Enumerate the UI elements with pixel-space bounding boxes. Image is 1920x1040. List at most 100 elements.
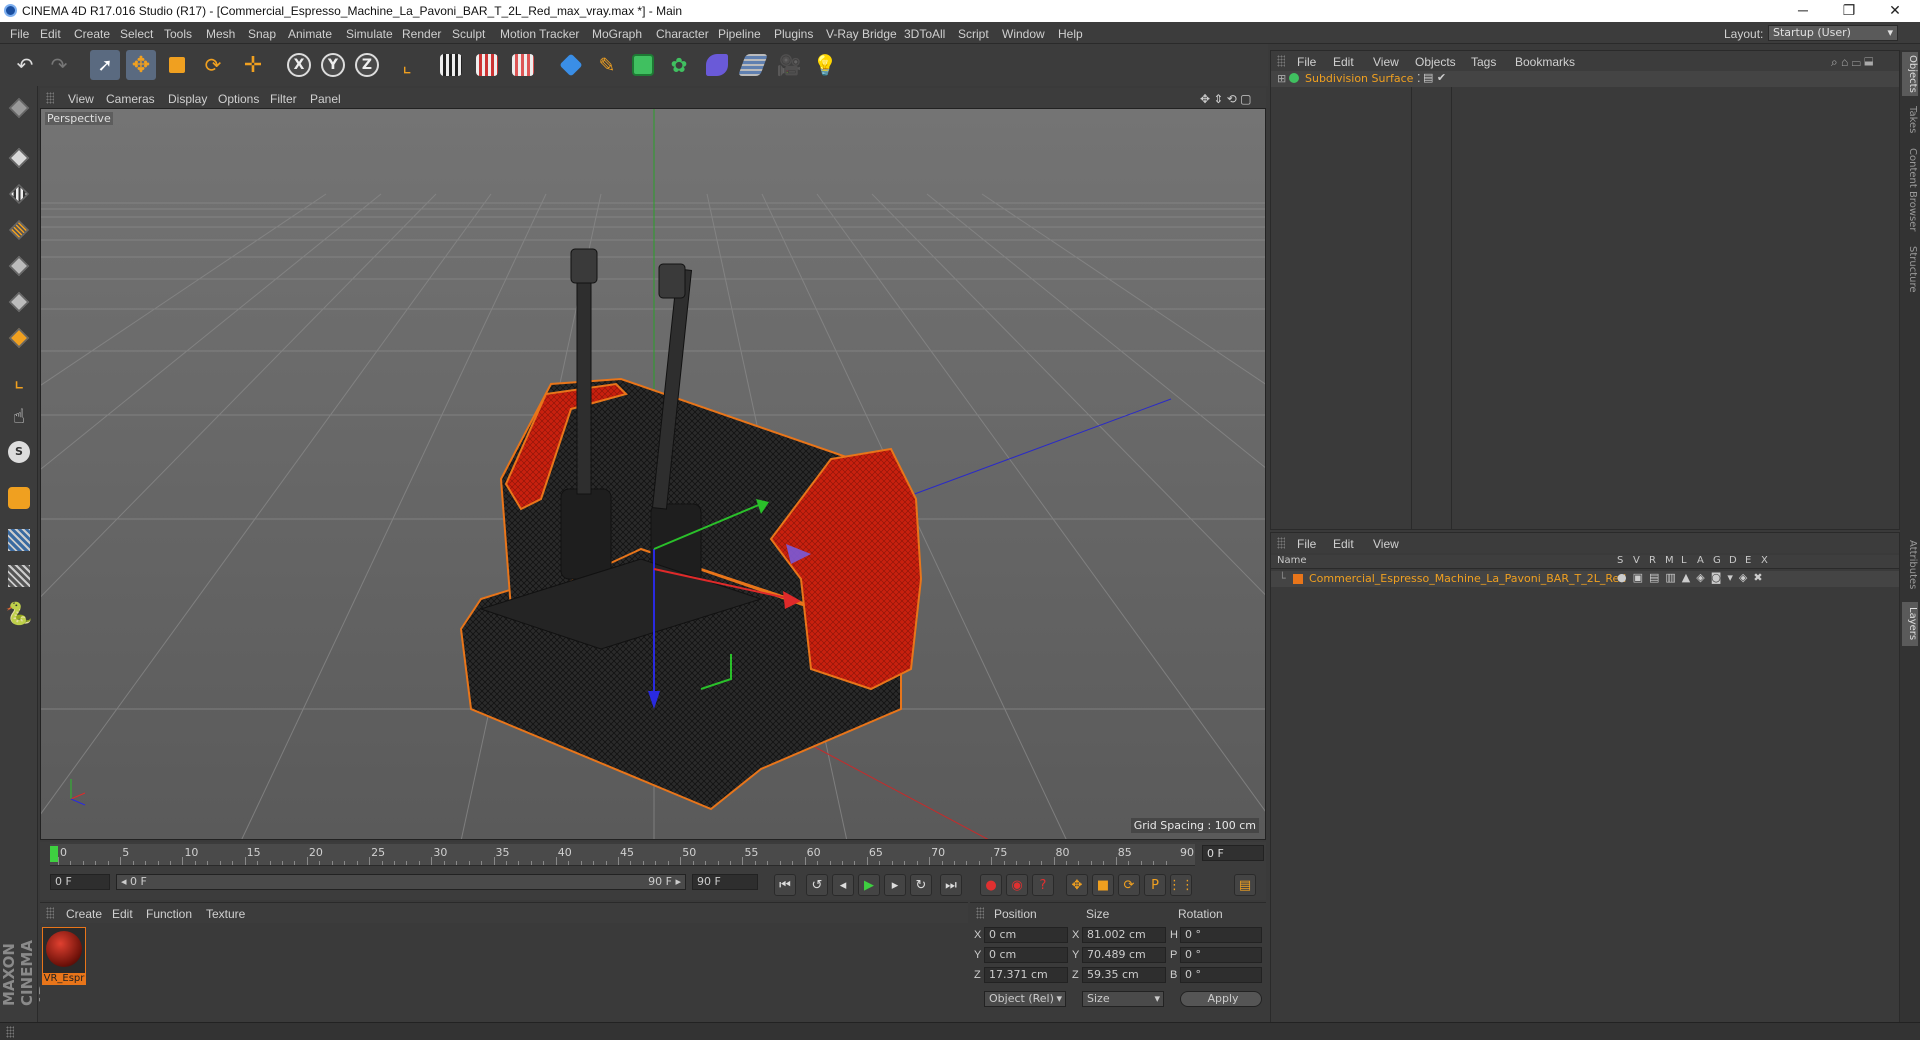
menu-plugins[interactable]: Plugins: [774, 27, 813, 41]
go-to-end-icon[interactable]: ⏭: [940, 874, 962, 896]
position-y-field[interactable]: 0 cm: [984, 947, 1068, 963]
key-parameter-icon[interactable]: P: [1144, 874, 1166, 896]
material-swatch[interactable]: VR_Espr: [42, 927, 86, 985]
y-axis-icon[interactable]: Y: [318, 50, 348, 80]
render-view-icon[interactable]: [436, 50, 466, 80]
panel-grip-icon[interactable]: [6, 1026, 14, 1038]
perspective-viewport[interactable]: Perspective Grid Spacing : 100 cm: [40, 108, 1266, 840]
position-z-field[interactable]: 17.371 cm: [984, 967, 1068, 983]
expand-icon[interactable]: ⊞: [1277, 72, 1286, 85]
workplane-mode-icon[interactable]: [5, 216, 33, 244]
material-menu-create[interactable]: Create: [66, 907, 102, 921]
menu-select[interactable]: Select: [120, 27, 153, 41]
last-tool-icon[interactable]: ✛: [238, 50, 268, 80]
make-editable-icon[interactable]: [5, 94, 33, 122]
menu-pipeline[interactable]: Pipeline: [718, 27, 761, 41]
layers-menu-view[interactable]: View: [1373, 537, 1399, 551]
snap-icon[interactable]: S: [5, 438, 33, 466]
panel-grip-icon[interactable]: [46, 92, 54, 104]
tab-attributes[interactable]: Attributes: [1902, 534, 1918, 596]
key-rotation-icon[interactable]: ⟳: [1118, 874, 1140, 896]
previous-frame-icon[interactable]: ◂: [832, 874, 854, 896]
viewport-menu-view[interactable]: View: [68, 92, 94, 106]
layer-flag-icons[interactable]: ●▣▤▥▲◈◙▾◈✖: [1617, 571, 1769, 584]
material-menu-edit[interactable]: Edit: [112, 907, 133, 921]
play-icon[interactable]: ▶: [858, 874, 880, 896]
edges-mode-icon[interactable]: [5, 288, 33, 316]
size-x-field[interactable]: 81.002 cm: [1082, 927, 1166, 943]
objects-menu-tags[interactable]: Tags: [1471, 55, 1496, 69]
menu-snap[interactable]: Snap: [248, 27, 276, 41]
tab-structure[interactable]: Structure: [1902, 242, 1918, 296]
menu-mograph[interactable]: MoGraph: [592, 27, 642, 41]
minimize-button[interactable]: ─: [1780, 0, 1826, 22]
material-menu-function[interactable]: Function: [146, 907, 192, 921]
menu-edit[interactable]: Edit: [40, 27, 61, 41]
menu-vray-bridge[interactable]: V-Ray Bridge: [826, 27, 897, 41]
playhead-marker[interactable]: [50, 846, 58, 862]
timeline-window-icon[interactable]: ▤: [1234, 874, 1256, 896]
tab-objects[interactable]: Objects: [1902, 52, 1918, 96]
menu-character[interactable]: Character: [656, 27, 709, 41]
repeat-icon[interactable]: ↻: [910, 874, 932, 896]
visibility-dots-icon[interactable]: ⁚: [1417, 72, 1421, 85]
rotation-h-field[interactable]: 0 °: [1180, 927, 1262, 943]
viewport-camera-label[interactable]: Perspective: [45, 112, 113, 125]
layer-color-swatch[interactable]: [1293, 574, 1303, 584]
layers-menu-file[interactable]: File: [1297, 537, 1316, 551]
rotate-icon[interactable]: ⟳: [198, 50, 228, 80]
objects-menu-objects[interactable]: Objects: [1415, 55, 1456, 69]
live-selection-icon[interactable]: ➚: [90, 50, 120, 80]
spline-pen-icon[interactable]: ✎: [592, 50, 622, 80]
menu-animate[interactable]: Animate: [288, 27, 332, 41]
tweak-mode-icon[interactable]: ☝: [5, 402, 33, 430]
search-icon[interactable]: ⌕ ⌂ ▭ ⬓: [1831, 55, 1873, 70]
viewport-navigation-icon[interactable]: ✥ ⇕ ⟲ ▢: [1200, 92, 1252, 106]
menu-create[interactable]: Create: [74, 27, 110, 41]
position-x-field[interactable]: 0 cm: [984, 927, 1068, 943]
render-picture-viewer-icon[interactable]: [472, 50, 502, 80]
menu-motion-tracker[interactable]: Motion Tracker: [500, 27, 579, 41]
current-frame-field[interactable]: 0 F: [1202, 845, 1264, 861]
deformer-icon[interactable]: [702, 50, 732, 80]
layer-row[interactable]: └ Commercial_Espresso_Machine_La_Pavoni_…: [1271, 571, 1899, 587]
objects-menu-edit[interactable]: Edit: [1333, 55, 1354, 69]
loop-icon[interactable]: ↺: [806, 874, 828, 896]
apply-button[interactable]: Apply: [1180, 991, 1262, 1007]
menu-tools[interactable]: Tools: [164, 27, 192, 41]
rotation-b-field[interactable]: 0 °: [1180, 967, 1262, 983]
subdivision-surface-icon[interactable]: [628, 50, 658, 80]
viewport-menu-display[interactable]: Display: [168, 92, 207, 106]
viewport-menu-cameras[interactable]: Cameras: [106, 92, 155, 106]
menu-sculpt[interactable]: Sculpt: [452, 27, 485, 41]
objects-menu-view[interactable]: View: [1373, 55, 1399, 69]
scale-icon[interactable]: [162, 50, 192, 80]
model-mode-icon[interactable]: [5, 144, 33, 172]
key-point-level-icon[interactable]: ⋮⋮: [1168, 874, 1194, 896]
panel-grip-icon[interactable]: [1277, 55, 1285, 67]
move-icon[interactable]: ✥: [126, 50, 156, 80]
layout-select[interactable]: Startup (User) ▾: [1768, 25, 1898, 41]
objects-menu-bookmarks[interactable]: Bookmarks: [1515, 55, 1575, 69]
tab-content-browser[interactable]: Content Browser: [1902, 144, 1918, 236]
start-frame-field[interactable]: 0 F: [50, 874, 110, 890]
material-menu-texture[interactable]: Texture: [206, 907, 245, 921]
coordinate-system-icon[interactable]: ⌞: [392, 50, 422, 80]
preview-range-slider[interactable]: ◂ 0 F 90 F ▸: [116, 874, 686, 890]
points-mode-icon[interactable]: [5, 252, 33, 280]
cube-primitive-icon[interactable]: [556, 50, 586, 80]
key-position-icon[interactable]: ✥: [1066, 874, 1088, 896]
panel-grip-icon[interactable]: [976, 907, 984, 919]
object-row-subdivision-surface[interactable]: ⊞ Subdivision Surface ⁚ ▤ ✔: [1271, 71, 1899, 87]
undo-icon[interactable]: ↶: [10, 50, 40, 80]
array-icon[interactable]: ✿: [664, 50, 694, 80]
workplane-lock-icon[interactable]: [5, 526, 33, 554]
z-axis-icon[interactable]: Z: [352, 50, 382, 80]
restore-button[interactable]: ❐: [1826, 0, 1872, 22]
next-frame-icon[interactable]: ▸: [884, 874, 906, 896]
end-frame-field[interactable]: 90 F: [692, 874, 758, 890]
rotation-p-field[interactable]: 0 °: [1180, 947, 1262, 963]
timeline[interactable]: 0 5 10 15 20 25 30 35 40 45 50 55 60 65 70 75 80 85 90 0 F: [40, 842, 1266, 868]
record-keys-icon[interactable]: ●: [980, 874, 1002, 896]
key-scale-icon[interactable]: ■: [1092, 874, 1114, 896]
